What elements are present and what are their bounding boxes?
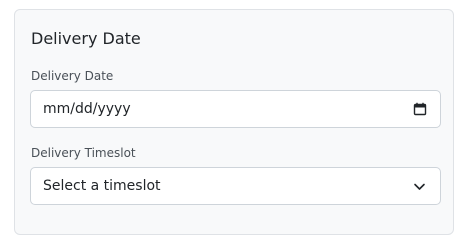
- delivery-timeslot-selected: Select a timeslot: [43, 178, 161, 194]
- delivery-date-input[interactable]: mm/dd/yyyy: [30, 90, 441, 128]
- delivery-timeslot-label: Delivery Timeslot: [31, 146, 136, 160]
- card-title: Delivery Date: [31, 29, 141, 48]
- chevron-down-icon: [414, 183, 425, 190]
- delivery-date-value: mm/dd/yyyy: [43, 101, 131, 117]
- calendar-icon[interactable]: [413, 102, 427, 116]
- delivery-timeslot-select[interactable]: Select a timeslot: [30, 167, 441, 205]
- delivery-date-label: Delivery Date: [31, 69, 114, 83]
- delivery-date-card: Delivery Date Delivery Date mm/dd/yyyy D…: [14, 9, 454, 235]
